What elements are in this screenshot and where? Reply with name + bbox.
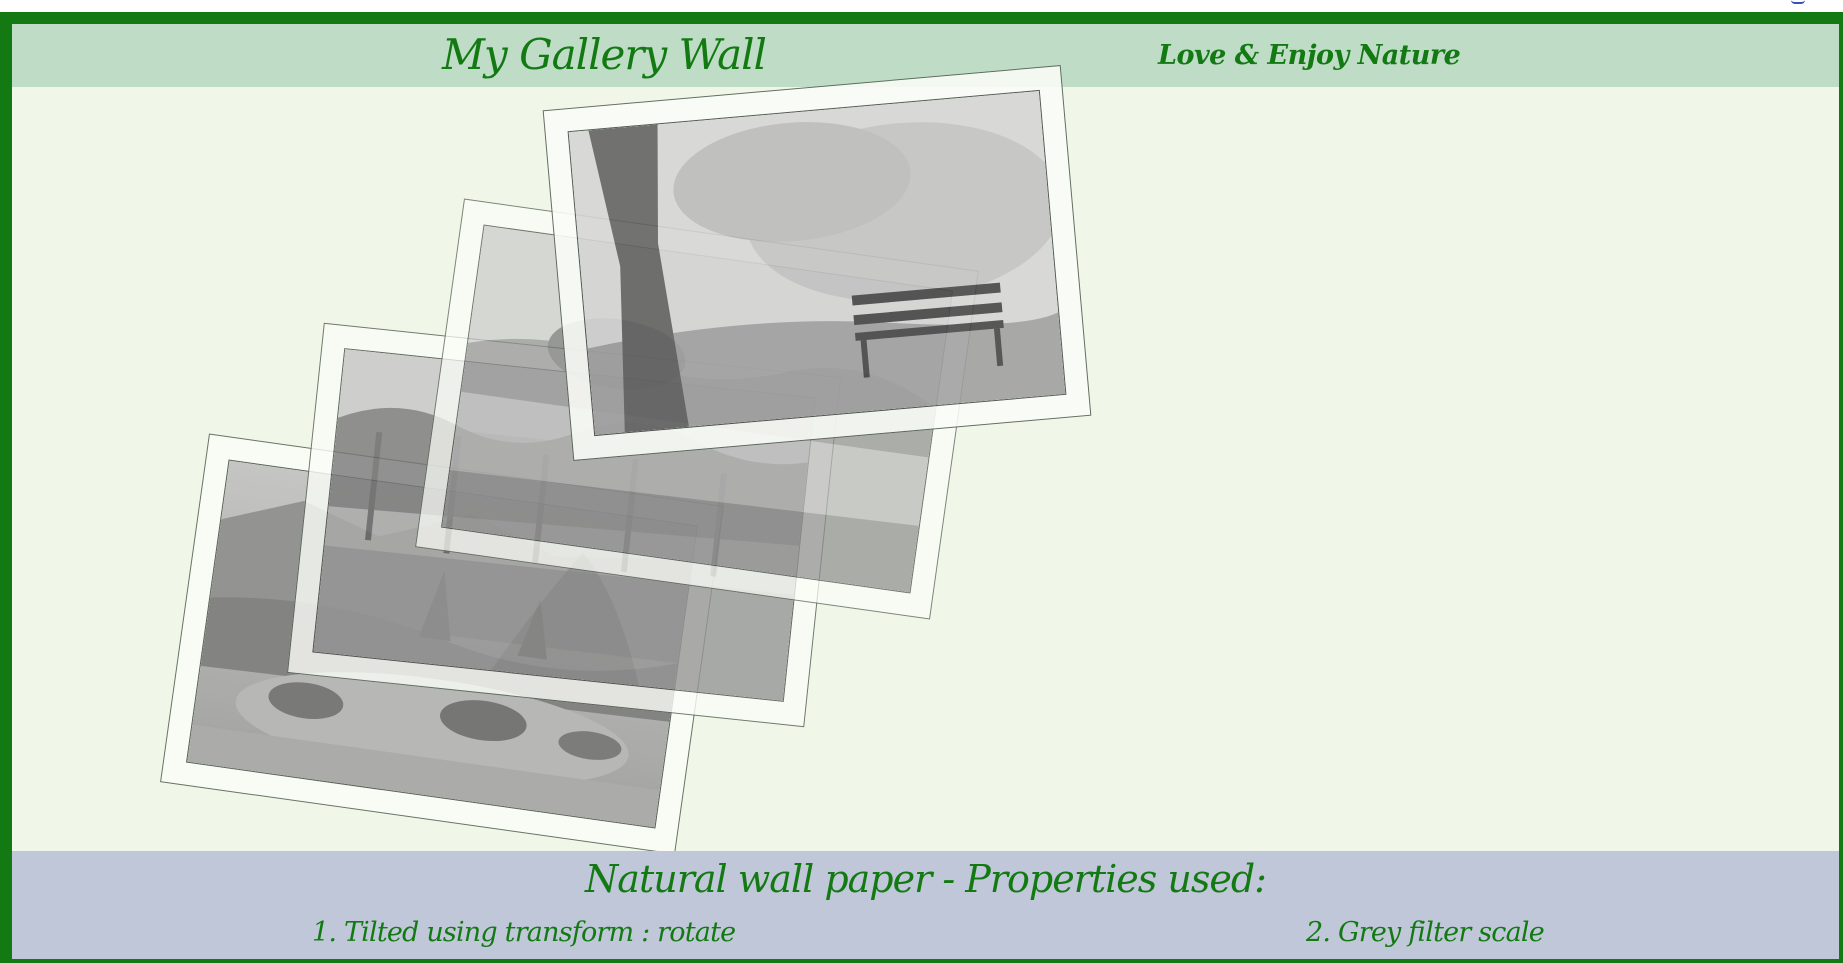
gallery-wall (12, 65, 1839, 875)
page-frame: My Gallery Wall Love & Enjoy Nature Natu… (0, 12, 1843, 963)
property-item-grey-filter: 2. Grey filter scale (1306, 917, 1545, 948)
photo-image (567, 89, 1067, 437)
footer-heading: Natural wall paper - Properties used: (585, 857, 1267, 901)
footer-bar: Natural wall paper - Properties used: 1.… (12, 851, 1839, 959)
corner-icon (1791, 0, 1805, 4)
gallery-photo-1[interactable] (542, 65, 1092, 461)
page-title: My Gallery Wall (442, 30, 767, 79)
top-strip (0, 0, 1843, 12)
page-tagline: Love & Enjoy Nature (1158, 40, 1461, 71)
property-item-rotate: 1. Tilted using transform : rotate (312, 917, 736, 948)
